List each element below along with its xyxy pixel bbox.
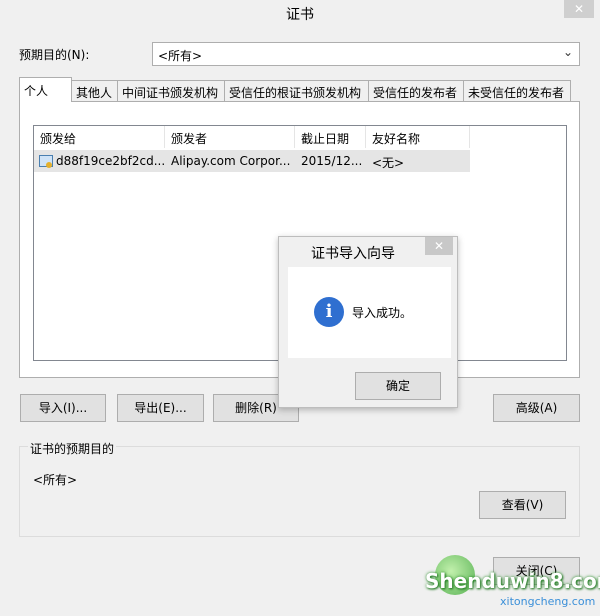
- chevron-down-icon: ⌄: [562, 45, 573, 59]
- list-header: 颁发给 颁发者 截止日期 友好名称: [34, 126, 566, 148]
- tab-intermediate-ca[interactable]: 中间证书颁发机构: [117, 80, 225, 102]
- intended-purposes-value: <所有>: [33, 473, 78, 487]
- tab-other-people[interactable]: 其他人: [71, 80, 118, 102]
- site-watermark: Shenduwin8.com xitongcheng.com: [415, 555, 600, 616]
- intended-purpose-label: 预期目的(N):: [19, 48, 90, 62]
- intended-purpose-select[interactable]: <所有> ⌄: [152, 42, 580, 66]
- tab-trusted-root-ca[interactable]: 受信任的根证书颁发机构: [224, 80, 369, 102]
- column-header-issued-by[interactable]: 颁发者: [165, 126, 295, 148]
- dialog-close-button[interactable]: ✕: [425, 237, 453, 255]
- window-close-button[interactable]: ✕: [564, 0, 594, 18]
- cell-friendly-name: <无>: [372, 156, 405, 170]
- tab-trusted-publishers[interactable]: 受信任的发布者: [368, 80, 464, 102]
- advanced-button[interactable]: 高级(A): [493, 394, 580, 422]
- intended-purpose-value: <所有>: [158, 49, 203, 63]
- column-header-friendly-name[interactable]: 友好名称: [366, 126, 470, 148]
- import-wizard-dialog: 证书导入向导 ✕ i 导入成功。 确定: [278, 236, 458, 408]
- column-header-issued-to[interactable]: 颁发给: [34, 126, 165, 148]
- info-icon: i: [314, 297, 344, 327]
- dialog-title: 证书导入向导: [311, 246, 395, 262]
- cell-issued-by: Alipay.com Corpor...: [171, 154, 291, 168]
- window-title: 证书: [286, 7, 314, 23]
- export-button[interactable]: 导出(E)...: [117, 394, 204, 422]
- column-header-expiration[interactable]: 截止日期: [295, 126, 366, 148]
- dialog-body: i 导入成功。: [288, 267, 451, 358]
- table-row[interactable]: d88f19ce2bf2cd... Alipay.com Corpor... 2…: [34, 150, 470, 172]
- view-button[interactable]: 查看(V): [479, 491, 566, 519]
- watermark-brand: Shenduwin8.com: [425, 569, 600, 593]
- cell-expiration: 2015/12...: [301, 154, 363, 168]
- intended-purposes-group-title: 证书的预期目的: [28, 440, 117, 457]
- dialog-ok-button[interactable]: 确定: [355, 372, 441, 400]
- import-button[interactable]: 导入(I)...: [20, 394, 106, 422]
- watermark-sub: xitongcheng.com: [500, 595, 596, 608]
- tab-untrusted-publishers[interactable]: 未受信任的发布者: [463, 80, 571, 102]
- dialog-message: 导入成功。: [352, 306, 413, 320]
- cell-issued-to-text: d88f19ce2bf2cd...: [56, 154, 165, 168]
- certificate-icon: [39, 155, 53, 168]
- title-bar: 证书 ✕: [0, 0, 600, 28]
- tab-personal[interactable]: 个人: [19, 77, 72, 102]
- cell-issued-to: d88f19ce2bf2cd...: [34, 150, 165, 172]
